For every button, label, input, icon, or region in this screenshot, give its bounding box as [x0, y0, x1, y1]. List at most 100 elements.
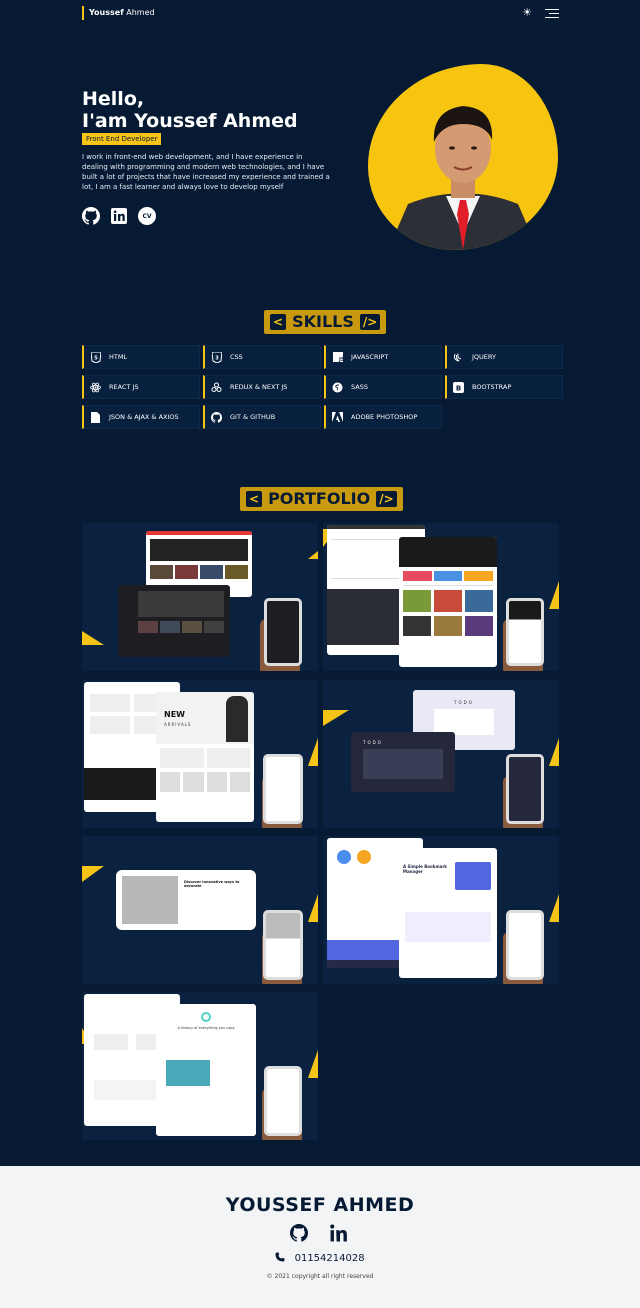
- bracket-left: <: [246, 491, 263, 507]
- github-icon: [211, 411, 222, 423]
- hamburger-menu-icon[interactable]: [545, 9, 559, 18]
- skill-item: ADOBE PHOTOSHOP: [324, 405, 442, 429]
- bracket-right: />: [359, 314, 381, 330]
- skills-section-title: < SKILLS />: [264, 310, 387, 334]
- brand-last-name: Ahmed: [126, 8, 155, 17]
- hero-intro-text: I work in front-end web development, and…: [82, 153, 330, 191]
- profile-photo: [368, 64, 558, 250]
- yellow-accent: [308, 894, 318, 922]
- linkedin-icon[interactable]: [330, 1224, 348, 1246]
- redux-icon: [211, 382, 222, 393]
- skill-item: B BOOTSTRAP: [445, 375, 563, 399]
- svg-text:B: B: [456, 384, 461, 392]
- todo-label-dark: TODO: [363, 740, 383, 745]
- hero-greeting: Hello,: [82, 88, 145, 110]
- portfolio-section-title: < PORTFOLIO />: [240, 487, 403, 511]
- desktop-screenshot: A history of everything you copy: [156, 1004, 256, 1136]
- svg-text:3: 3: [215, 355, 219, 361]
- portfolio-title-text: PORTFOLIO: [268, 489, 371, 508]
- hero-social-links: CV: [82, 207, 156, 225]
- footer-name: YOUSSEF AHMED: [225, 1194, 415, 1216]
- skill-label: HTML: [109, 353, 128, 361]
- bootstrap-icon: B: [453, 381, 464, 393]
- yellow-accent: [549, 738, 559, 766]
- role-badge: Front End Developer: [82, 133, 162, 145]
- skill-label: GIT & GITHUB: [230, 413, 276, 421]
- phone-number: 01154214028: [294, 1253, 365, 1264]
- portfolio-card-saas[interactable]: A history of everything you copy: [82, 992, 318, 1140]
- cv-download-button[interactable]: CV: [138, 207, 156, 225]
- github-icon[interactable]: [290, 1224, 309, 1246]
- file-icon: [90, 411, 101, 423]
- skill-item: REACT JS: [82, 375, 200, 399]
- skill-label: BOOTSTRAP: [472, 383, 512, 391]
- phone-screenshot: [263, 910, 303, 980]
- yellow-accent: [549, 581, 559, 609]
- skill-item: JS JAVASCRIPT: [324, 345, 442, 369]
- skill-item: REDUX & NEXT JS: [203, 375, 321, 399]
- skill-item: GIT & GITHUB: [203, 405, 321, 429]
- desktop-screenshot: NEW ARRIVALS: [156, 692, 254, 822]
- react-icon: [90, 382, 101, 393]
- desktop-screenshot: [118, 585, 230, 657]
- desktop-screenshot: [399, 537, 497, 667]
- skill-item: JQUERY: [445, 345, 563, 369]
- portfolio-card-todo[interactable]: TODO TODO: [323, 680, 559, 828]
- hero-heading: Hello, I'am Youssef Ahmed: [82, 88, 298, 132]
- yellow-accent: [82, 631, 104, 645]
- sass-icon: [332, 382, 343, 393]
- arrivals-text: ARRIVALS: [164, 722, 192, 727]
- phone-screenshot: [506, 598, 544, 666]
- brand-logo[interactable]: Youssef Ahmed: [82, 6, 155, 20]
- bracket-left: <: [270, 314, 287, 330]
- discover-text: Discover innovative ways to decorate: [184, 880, 240, 888]
- adobe-icon: [332, 412, 343, 423]
- skill-label: JSON & AJAX & AXIOS: [109, 413, 179, 421]
- phone-screenshot: [264, 1066, 302, 1136]
- desktop-screenshot: A Simple Bookmark Manager: [399, 848, 497, 978]
- portfolio-card-video-streaming[interactable]: [82, 523, 318, 671]
- phone-screenshot: [506, 754, 544, 824]
- yellow-accent: [308, 738, 318, 766]
- brand-first-name: Youssef: [89, 8, 124, 17]
- skill-item: JSON & AJAX & AXIOS: [82, 405, 200, 429]
- skill-label: REDUX & NEXT JS: [230, 383, 288, 391]
- skill-item: 3 CSS: [203, 345, 321, 369]
- yellow-accent: [549, 894, 559, 922]
- copyright-text: © 2021 copyright all right reserved: [266, 1273, 374, 1280]
- skill-label: CSS: [230, 353, 243, 361]
- linkedin-icon[interactable]: [110, 207, 128, 225]
- portfolio-card-interior[interactable]: Discover innovative ways to decorate: [82, 836, 318, 984]
- skill-label: REACT JS: [109, 383, 139, 391]
- phone-icon: [275, 1252, 288, 1264]
- phone-screenshot: [506, 910, 544, 980]
- jquery-icon: [453, 352, 464, 363]
- desktop-screenshot: Discover innovative ways to decorate: [116, 870, 256, 930]
- yellow-accent: [308, 1050, 318, 1078]
- skill-item: SASS: [324, 375, 442, 399]
- desktop-screenshot: TODO: [351, 732, 455, 792]
- sun-icon[interactable]: ☀: [520, 6, 534, 20]
- skills-title-text: SKILLS: [292, 312, 354, 331]
- hero-headline: I'am Youssef Ahmed: [82, 110, 298, 132]
- github-icon[interactable]: [82, 207, 100, 225]
- svg-text:JS: JS: [338, 357, 343, 362]
- footer-social-links: [290, 1224, 348, 1246]
- skill-item: 5 HTML: [82, 345, 200, 369]
- svg-text:5: 5: [94, 355, 98, 361]
- portfolio-card-bookstore[interactable]: [323, 523, 559, 671]
- portfolio-card-bookmark[interactable]: A Simple Bookmark Manager: [323, 836, 559, 984]
- portfolio-card-ecommerce[interactable]: NEW ARRIVALS: [82, 680, 318, 828]
- javascript-icon: JS: [332, 352, 343, 363]
- skill-label: JAVASCRIPT: [351, 353, 389, 361]
- bracket-right: />: [376, 491, 397, 507]
- new-arrivals-text: NEW: [164, 710, 185, 719]
- history-text: A history of everything you copy: [177, 1026, 235, 1030]
- footer-phone: 01154214028: [0, 1252, 640, 1264]
- html5-icon: 5: [90, 351, 101, 363]
- skill-label: JQUERY: [472, 353, 496, 361]
- skill-label: SASS: [351, 383, 368, 391]
- yellow-accent: [82, 866, 104, 882]
- yellow-accent: [308, 551, 318, 559]
- todo-label: TODO: [454, 700, 474, 705]
